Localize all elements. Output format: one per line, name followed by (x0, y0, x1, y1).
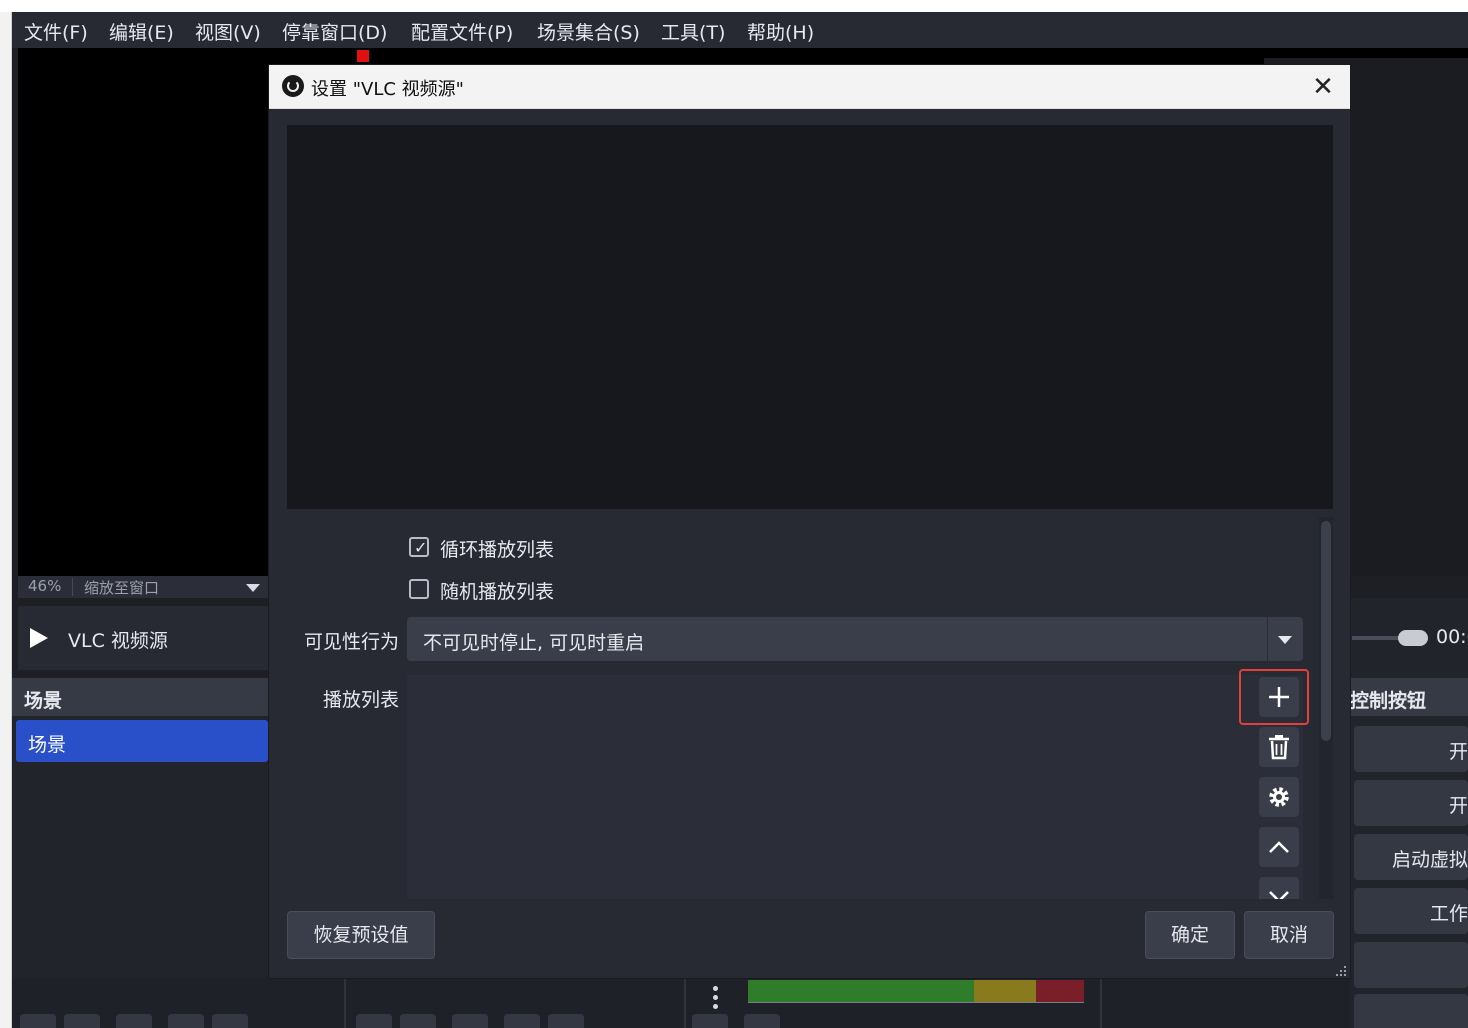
window-left-strip (0, 12, 12, 1028)
add-scene-button[interactable] (20, 1014, 56, 1028)
remove-scene-button[interactable] (64, 1014, 100, 1028)
playlist-add-button[interactable] (1259, 677, 1299, 717)
start-virtual-camera-button[interactable]: 启动虚拟 (1354, 834, 1468, 880)
restore-defaults-button[interactable]: 恢复预设值 (287, 911, 435, 959)
add-source-button[interactable] (356, 1014, 392, 1028)
obs-logo-ring (287, 80, 299, 92)
move-source-up-button[interactable] (504, 1014, 540, 1028)
window-top-strip (0, 0, 1468, 12)
filter-scene-button[interactable] (116, 1014, 152, 1028)
audio-meter-green (748, 980, 974, 1002)
scrollbar-thumb[interactable] (1321, 521, 1331, 741)
red-marker (357, 50, 369, 62)
loop-checkbox[interactable]: ✓ (409, 537, 429, 557)
scene-item[interactable]: 场景 (16, 720, 268, 762)
visibility-label: 可见性行为 (303, 631, 399, 653)
shuffle-label: 随机播放列表 (440, 581, 555, 603)
obs-logo-icon (282, 75, 304, 97)
check-icon: ✓ (414, 538, 428, 557)
close-icon[interactable]: ✕ (1309, 73, 1337, 101)
menu-bar: 文件(F) 编辑(E) 视图(V) 停靠窗口(D) 配置文件(P) 场景集合(S… (12, 12, 1468, 48)
select-divider (1267, 617, 1268, 661)
move-scene-down-button[interactable] (212, 1014, 248, 1028)
zoom-percent: 46% (28, 577, 62, 595)
zoom-mode: 缩放至窗口 (84, 579, 160, 597)
zoom-bar[interactable]: 46% 缩放至窗口 (18, 576, 268, 598)
playlist-list[interactable] (407, 675, 1249, 899)
playlist-remove-button[interactable] (1259, 727, 1299, 767)
remove-source-button[interactable] (400, 1014, 436, 1028)
menu-docks[interactable]: 停靠窗口(D) (282, 18, 387, 45)
audio-menu-button[interactable] (744, 1014, 780, 1028)
play-icon[interactable] (30, 628, 48, 648)
media-source-bar: VLC 视频源 (18, 606, 268, 670)
kebab-menu-icon[interactable] (708, 986, 722, 1010)
menu-file[interactable]: 文件(F) (24, 18, 88, 45)
studio-mode-button[interactable]: 工作 (1354, 888, 1468, 934)
playlist-settings-button[interactable] (1259, 777, 1299, 817)
source-properties-button[interactable] (452, 1014, 488, 1028)
dialog-preview (287, 125, 1333, 509)
scenes-title: 场景 (24, 690, 63, 712)
chevron-down-icon (1269, 891, 1289, 899)
start-recording-button[interactable]: 开 (1354, 780, 1468, 826)
controls-title: 控制按钮 (1350, 690, 1427, 712)
menu-edit[interactable]: 编辑(E) (109, 18, 174, 45)
media-time: 00:0 (1436, 626, 1468, 648)
shuffle-checkbox[interactable] (409, 579, 429, 599)
menu-help[interactable]: 帮助(H) (747, 18, 814, 45)
kebab-dot (713, 995, 718, 1000)
volume-slider-handle[interactable] (1398, 630, 1428, 646)
zoom-divider (72, 578, 73, 596)
scenes-dock-header: 场景 (12, 678, 268, 716)
loop-label: 循环播放列表 (440, 539, 555, 561)
visibility-value: 不可见时停止, 可见时重启 (423, 632, 645, 654)
move-source-down-button[interactable] (548, 1014, 584, 1028)
resize-grip-icon[interactable] (1335, 965, 1347, 977)
audio-meter-scale (748, 1002, 1084, 1010)
kebab-dot (713, 1004, 718, 1009)
plus-icon (1269, 687, 1289, 707)
settings-button[interactable] (1354, 942, 1468, 988)
caret-down-icon[interactable] (246, 584, 260, 592)
playlist-label: 播放列表 (322, 689, 399, 711)
dialog-titlebar[interactable]: 设置 "VLC 视频源" ✕ (269, 65, 1350, 109)
trash-icon (1269, 735, 1289, 760)
dialog-title: 设置 "VLC 视频源" (311, 79, 464, 100)
dock-divider (1100, 978, 1102, 1028)
ok-button[interactable]: 确定 (1145, 911, 1235, 959)
vlc-source-settings-dialog: 设置 "VLC 视频源" ✕ ✓ 循环播放列表 随机播放列表 可见性行为 不可见… (268, 64, 1351, 979)
menu-tools[interactable]: 工具(T) (661, 18, 725, 45)
menu-view[interactable]: 视图(V) (195, 18, 261, 45)
playlist-move-up-button[interactable] (1259, 827, 1299, 867)
kebab-dot (713, 986, 718, 991)
start-streaming-button[interactable]: 开 (1354, 726, 1468, 772)
dock-divider (684, 978, 686, 1028)
cancel-button[interactable]: 取消 (1244, 911, 1334, 959)
gear-icon (1269, 787, 1289, 807)
menu-profile[interactable]: 配置文件(P) (411, 18, 513, 45)
visibility-select[interactable]: 不可见时停止, 可见时重启 (407, 617, 1303, 661)
dock-divider (344, 978, 346, 1028)
exit-button[interactable] (1354, 994, 1468, 1028)
chevron-up-icon (1269, 841, 1289, 853)
audio-settings-button[interactable] (692, 1014, 728, 1028)
scene-item-label: 场景 (28, 734, 67, 756)
menu-scene-collection[interactable]: 场景集合(S) (537, 18, 640, 45)
controls-dock-header: 控制按钮 (1340, 678, 1468, 716)
caret-down-icon[interactable] (1278, 636, 1292, 644)
move-scene-up-button[interactable] (168, 1014, 204, 1028)
playlist-move-down-button[interactable] (1259, 877, 1299, 899)
source-name: VLC 视频源 (68, 630, 168, 652)
audio-meter-yellow (974, 980, 1036, 1002)
audio-meter-red (1036, 980, 1084, 1002)
